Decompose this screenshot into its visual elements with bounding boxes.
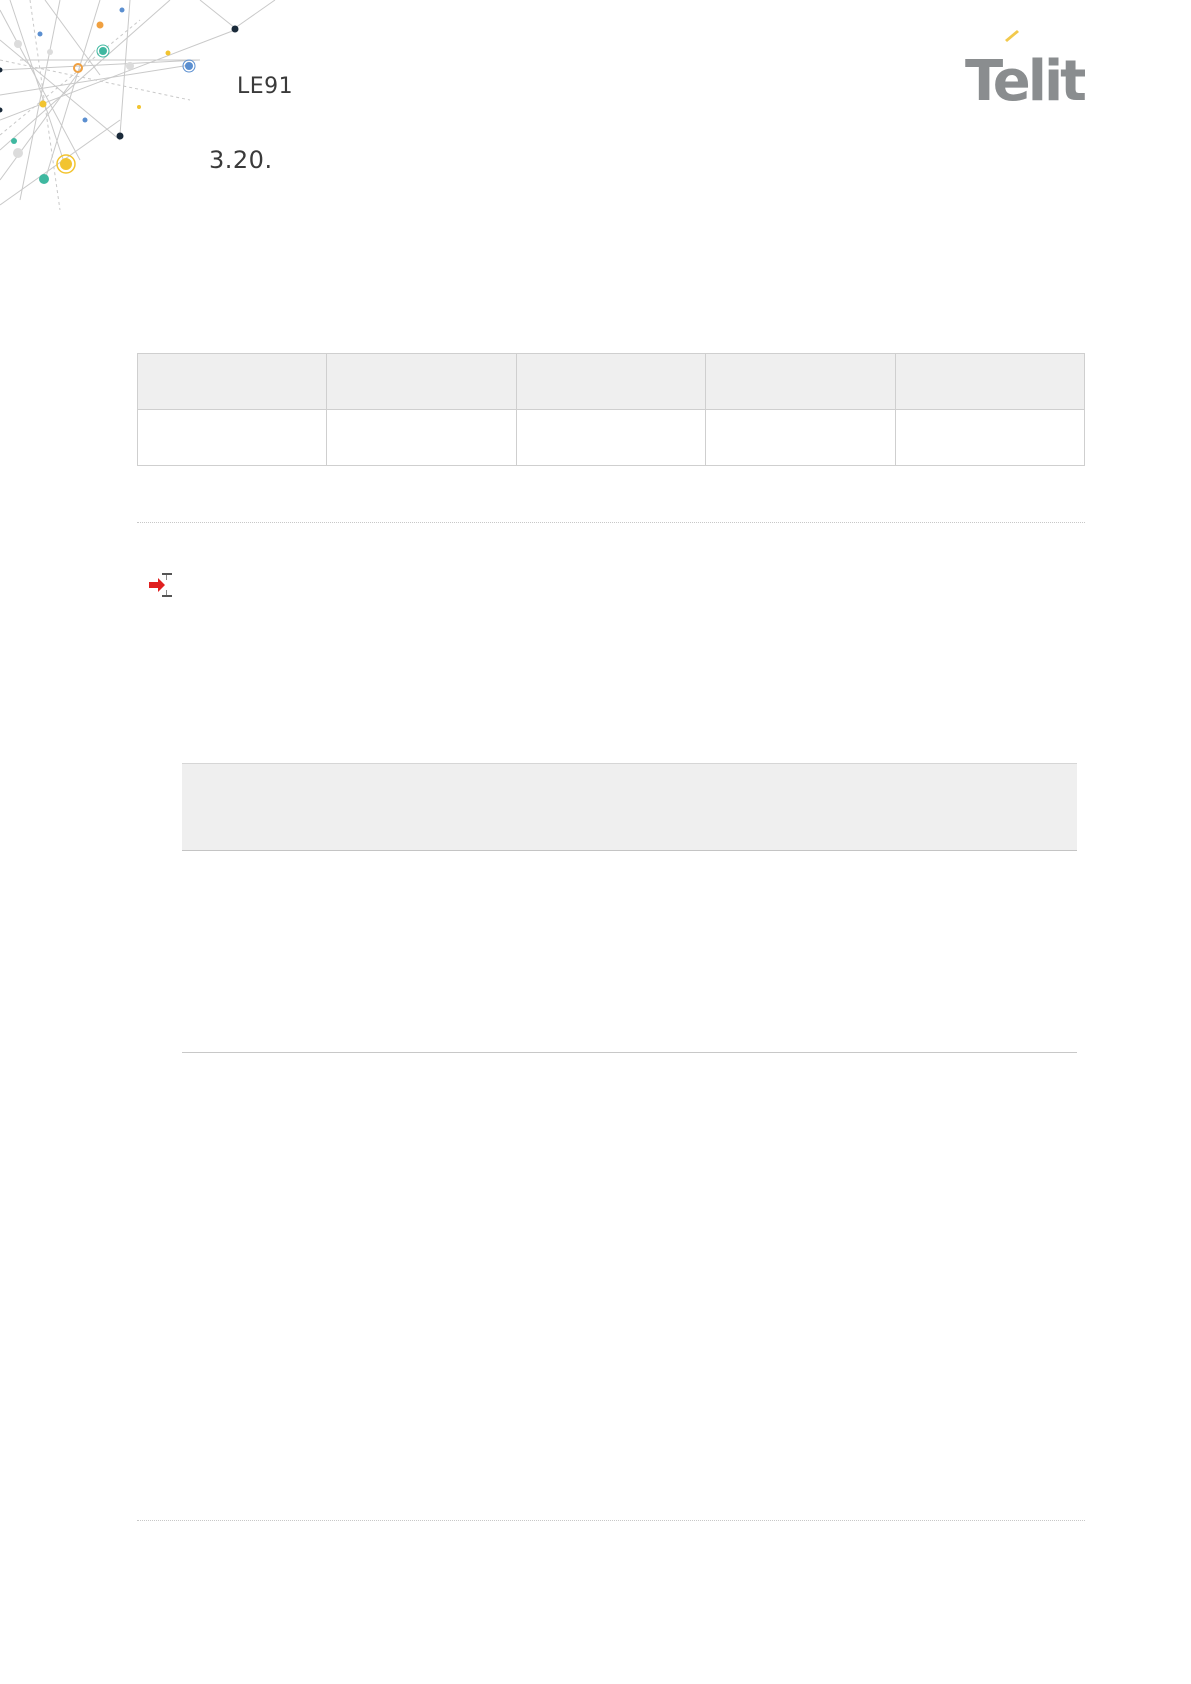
- table-cell: [515, 409, 707, 466]
- logo-wordmark: Telit: [965, 49, 1085, 106]
- syntax-header-box: [182, 763, 1077, 851]
- section-divider: [137, 522, 1085, 523]
- footer-divider: [137, 1520, 1085, 1521]
- table-header-cell: [515, 353, 707, 410]
- command-properties-table: [136, 353, 1086, 466]
- table-header-cell: [894, 353, 1086, 410]
- syntax-body-box: [182, 851, 1077, 1053]
- table-cell: [894, 409, 1086, 466]
- table-header-cell: [326, 353, 517, 410]
- section-number: 3.20.: [209, 146, 273, 174]
- table-header-row: [136, 353, 1086, 410]
- table-cell: [326, 409, 517, 466]
- document-title: LE91: [237, 74, 294, 99]
- table-header-cell: [136, 353, 328, 410]
- table-header-cell: [705, 353, 896, 410]
- table-cell: [136, 409, 328, 466]
- network-decoration-art: [0, 0, 276, 210]
- telit-logo: Telit: [965, 30, 1085, 106]
- arrow-right-icon: [149, 573, 172, 597]
- table-row: [136, 409, 1086, 466]
- table-cell: [705, 409, 896, 466]
